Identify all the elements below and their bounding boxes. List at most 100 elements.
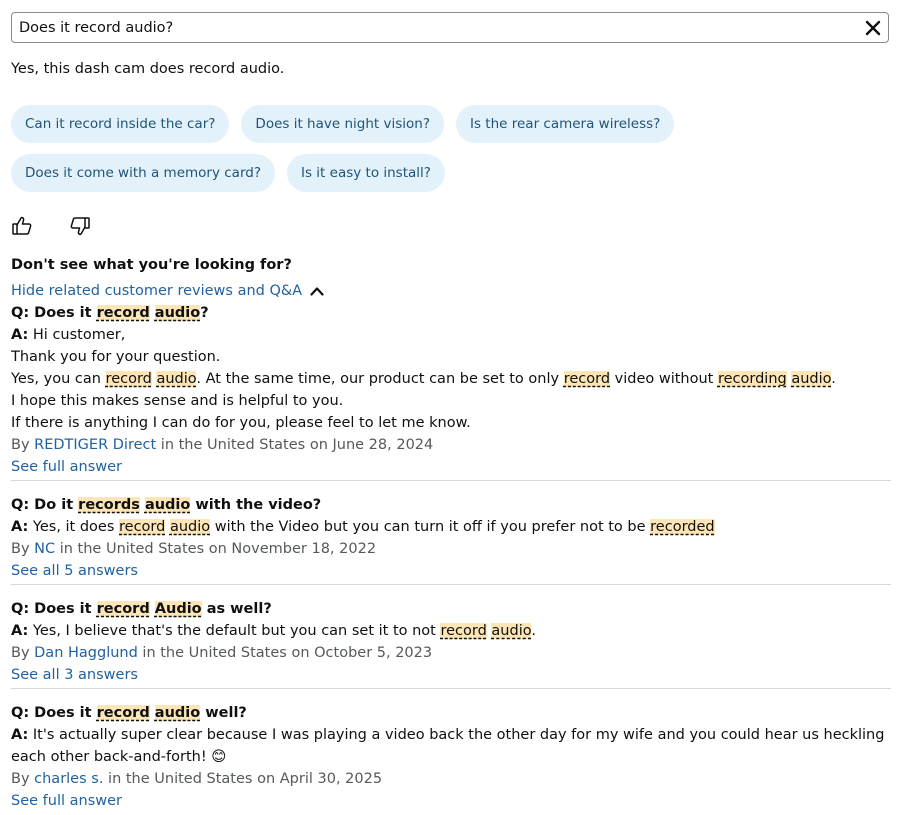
answer-text: A: Yes, it does record audio with the Vi… [11, 516, 891, 538]
question-fragment: as well? [201, 601, 272, 617]
question-fragment: well? [200, 705, 247, 721]
by-label: By [11, 771, 35, 787]
answer-fragment: Hi customer, [28, 327, 126, 343]
see-answers-row: See all 3 answers [11, 664, 891, 686]
highlighted-keyword: record [96, 305, 150, 321]
highlighted-keyword: record [96, 601, 150, 617]
qa-item: Q: Does it record audio well? A: It's act… [11, 688, 891, 814]
highlighted-keyword: audio [154, 705, 201, 721]
by-label: By [11, 437, 35, 453]
question-text: Q: Does it record audio? [11, 302, 891, 324]
highlighted-keyword: Audio [154, 601, 202, 617]
answer-fragment: It's actually super clear because I was … [11, 727, 885, 765]
answer-fragment: with the Video but you can turn it off i… [210, 519, 651, 535]
highlighted-keyword: recording [717, 371, 787, 387]
answer-fragment: Yes, you can [11, 371, 106, 387]
see-answers-link[interactable]: See full answer [11, 790, 122, 812]
highlighted-keyword: audio [156, 371, 197, 387]
related-qa-list: Q: Does it record audio? A: Hi customer, T… [11, 302, 891, 814]
hide-related-link[interactable]: Hide related customer reviews and Q&A [11, 281, 324, 301]
answer-date: in the United States on November 18, 202… [55, 541, 377, 557]
question-text: Q: Does it record audio well? [11, 702, 891, 724]
author-link[interactable]: Dan Hagglund [34, 645, 138, 661]
suggestion-chip[interactable]: Is the rear camera wireless? [455, 105, 675, 143]
answer-text: Yes, you can record audio. At the same t… [11, 368, 891, 390]
highlighted-keyword: record [563, 371, 611, 387]
answer-meta: By charles s. in the United States on Ap… [11, 768, 891, 790]
chevron-up-icon [310, 287, 324, 296]
answer-fragment: . [531, 623, 536, 639]
author-link[interactable]: NC [34, 541, 55, 557]
author-link[interactable]: charles s. [34, 771, 103, 787]
by-label: By [11, 645, 35, 661]
answer-fragment: If there is anything I can do for you, p… [11, 415, 471, 431]
answer-fragment: video without [610, 371, 718, 387]
answer-date: in the United States on April 30, 2025 [103, 771, 383, 787]
ai-answer-text: Yes, this dash cam does record audio. [11, 61, 285, 77]
answer-meta: By NC in the United States on November 1… [11, 538, 891, 560]
answer-text: I hope this makes sense and is helpful t… [11, 390, 891, 412]
question-fragment: with the video? [190, 497, 322, 513]
question-text: Q: Does it record Audio as well? [11, 598, 891, 620]
thumbs-down-icon[interactable] [69, 215, 91, 237]
answer-prefix: A: [11, 623, 29, 639]
answer-meta: By Dan Hagglund in the United States on … [11, 642, 891, 664]
answer-prefix: A: [11, 727, 29, 743]
suggestion-chip[interactable]: Does it have night vision? [241, 105, 444, 143]
question-search-box[interactable] [11, 12, 889, 43]
see-answers-row: See all 5 answers [11, 560, 891, 582]
qa-item: Q: Do it records audio with the video? A:… [11, 480, 891, 584]
highlighted-keyword: audio [144, 497, 191, 513]
answer-date: in the United States on June 28, 2024 [156, 437, 434, 453]
question-text: Q: Do it records audio with the video? [11, 494, 891, 516]
question-fragment: Q: Does it [11, 305, 97, 321]
hide-related-label: Hide related customer reviews and Q&A [11, 283, 303, 299]
author-link[interactable]: REDTIGER Direct [34, 437, 156, 453]
close-icon[interactable] [860, 15, 886, 41]
answer-fragment: Yes, I believe that's the default but yo… [28, 623, 441, 639]
answer-text: A: Yes, I believe that's the default but… [11, 620, 891, 642]
highlighted-keyword: audio [791, 371, 832, 387]
answer-prefix: A: [11, 327, 29, 343]
see-answers-link[interactable]: See all 3 answers [11, 664, 138, 686]
question-fragment: ? [200, 305, 209, 321]
answer-fragment: I hope this makes sense and is helpful t… [11, 393, 344, 409]
suggestion-chip[interactable]: Can it record inside the car? [11, 105, 230, 143]
highlighted-keyword: audio [169, 519, 211, 535]
answer-text: A: Hi customer, [11, 324, 891, 346]
qa-item: Q: Does it record Audio as well? A: Yes, … [11, 584, 891, 688]
highlighted-keyword: record [119, 519, 166, 535]
highlighted-keyword: recorded [650, 519, 715, 535]
highlighted-keyword: record [440, 623, 487, 639]
question-fragment: Q: Does it [11, 601, 97, 617]
see-answers-link[interactable]: See full answer [11, 456, 122, 478]
thumbs-up-icon[interactable] [11, 215, 33, 237]
answer-fragment: Yes, it does [28, 519, 120, 535]
see-answers-row: See full answer [11, 790, 891, 812]
answer-date: in the United States on October 5, 2023 [137, 645, 433, 661]
highlighted-keyword: audio [154, 305, 201, 321]
highlighted-keyword: record [96, 705, 150, 721]
suggestion-chip[interactable]: Is it easy to install? [287, 154, 445, 192]
question-fragment: Q: Does it [11, 705, 97, 721]
by-label: By [11, 541, 35, 557]
answer-fragment: . At the same time, our product can be s… [196, 371, 564, 387]
see-answers-link[interactable]: See all 5 answers [11, 560, 138, 582]
question-search-input[interactable] [12, 13, 860, 42]
not-found-heading: Don't see what you're looking for? [11, 257, 292, 273]
answer-feedback [11, 215, 91, 237]
highlighted-keyword: records [78, 497, 140, 513]
suggested-questions: Can it record inside the car? Does it ha… [11, 105, 891, 192]
see-answers-row: See full answer [11, 456, 891, 478]
answer-text: A: It's actually super clear because I w… [11, 724, 891, 768]
answer-text: If there is anything I can do for you, p… [11, 412, 891, 434]
answer-prefix: A: [11, 519, 29, 535]
highlighted-keyword: audio [491, 623, 532, 639]
question-fragment: Q: Do it [11, 497, 79, 513]
answer-text: Thank you for your question. [11, 346, 891, 368]
qa-item: Q: Does it record audio? A: Hi customer, T… [11, 302, 891, 480]
answer-meta: By REDTIGER Direct in the United States … [11, 434, 891, 456]
answer-fragment: . [831, 371, 836, 387]
answer-fragment: Thank you for your question. [11, 349, 221, 365]
suggestion-chip[interactable]: Does it come with a memory card? [11, 154, 275, 192]
